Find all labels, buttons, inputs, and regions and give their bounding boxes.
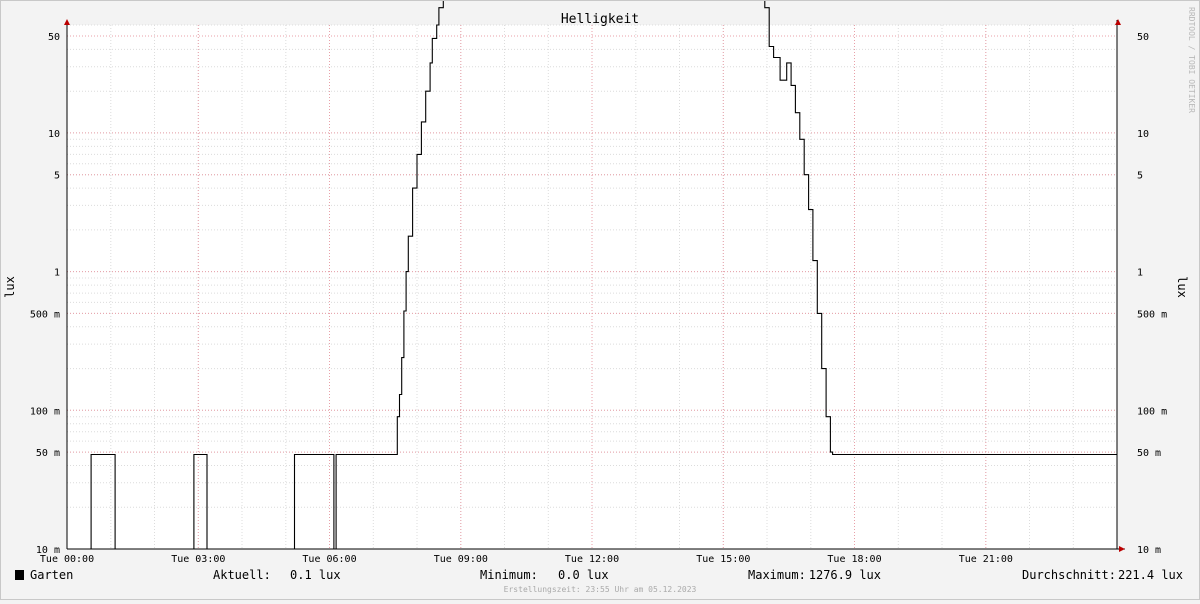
x-tick-label: Tue 21:00 [959, 554, 1013, 565]
y-tick-label-left: 50 [48, 32, 60, 43]
legend-min-label: Minimum: [480, 568, 538, 582]
x-tick-label: Tue 09:00 [434, 554, 488, 565]
legend-swatch-garten [15, 570, 24, 580]
x-tick-label: Tue 03:00 [171, 554, 225, 565]
y-tick-label-right: 1 [1137, 268, 1143, 279]
chart-svg: Tue 00:00 Tue 03:00 Tue 06:00 Tue 09:00 Tue … [0, 0, 1200, 600]
legend-current-value: 0.1 lux [290, 568, 341, 582]
y-tick-label-left: 10 [48, 129, 60, 140]
y-axis-label-right: lux [1175, 276, 1189, 298]
y-tick-label-right: 100 m [1137, 406, 1167, 417]
y-tick-label-left: 100 m [30, 406, 60, 417]
y-tick-label-left: 500 m [30, 309, 60, 320]
legend-max-label: Maximum: [748, 568, 806, 582]
y-tick-label-left: 50 m [36, 448, 60, 459]
legend-series-label: Garten [30, 568, 73, 582]
y-tick-label-left: 1 [54, 268, 60, 279]
legend-avg-value: 221.4 lux [1118, 568, 1183, 582]
chart-title: Helligkeit [561, 12, 639, 27]
y-tick-label-left: 10 m [36, 545, 60, 556]
footer-timestamp: Erstellungszeit: 23:55 Uhr am 05.12.2023 [504, 585, 697, 594]
y-tick-label-right: 5 [1137, 171, 1143, 182]
legend-min-value: 0.0 lux [558, 568, 609, 582]
y-tick-label-right: 10 [1137, 129, 1149, 140]
x-tick-label: Tue 06:00 [302, 554, 356, 565]
x-tick-label: Tue 18:00 [827, 554, 881, 565]
legend-max-value: 1276.9 lux [809, 568, 881, 582]
legend-avg-label: Durchschnitt: [1022, 568, 1116, 582]
y-tick-label-right: 50 m [1137, 448, 1161, 459]
y-tick-label-right: 10 m [1137, 545, 1161, 556]
chart-container: Tue 00:00 Tue 03:00 Tue 06:00 Tue 09:00 Tue … [0, 0, 1200, 600]
y-tick-label-left: 5 [54, 171, 60, 182]
x-tick-label: Tue 15:00 [696, 554, 750, 565]
y-axis-label-left: lux [3, 276, 17, 298]
legend-current-label: Aktuell: [213, 568, 271, 582]
x-tick-label: Tue 12:00 [565, 554, 619, 565]
y-tick-label-right: 500 m [1137, 309, 1167, 320]
y-tick-label-right: 50 [1137, 32, 1149, 43]
watermark: RRDTOOL / TOBI OETIKER [1187, 7, 1196, 113]
